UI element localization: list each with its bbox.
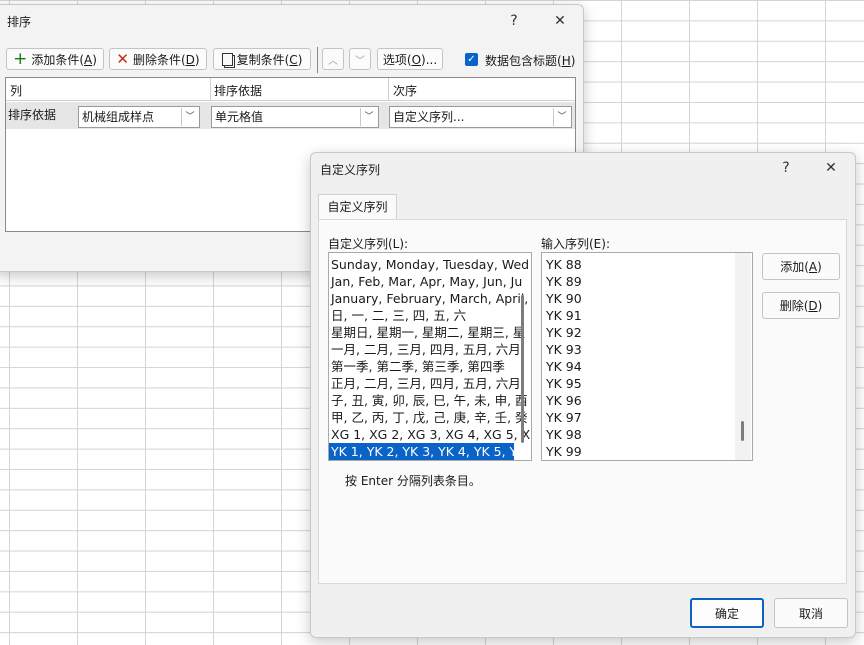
list-entry-line: YK 95 <box>546 376 582 391</box>
custom-lists-title: 自定义序列 <box>320 163 381 177</box>
custom-list-item[interactable]: Jan, Feb, Mar, Apr, May, Jun, Ju <box>329 273 522 290</box>
chevron-down-icon: ﹀ <box>181 108 198 126</box>
chevron-up-icon: ︿ <box>328 55 338 67</box>
list-entries-textbox[interactable]: YK 88 YK 89 YK 90 YK 91 YK 92 YK 93 YK 94 YK 95… <box>541 252 753 461</box>
header-checkbox[interactable]: ✓ <box>465 53 478 66</box>
delete-x-icon: ✕ <box>116 50 129 68</box>
header-column: 列 <box>10 84 23 98</box>
help-button[interactable]: ? <box>775 157 797 179</box>
custom-list-item[interactable]: 一月, 二月, 三月, 四月, 五月, 六月, <box>329 341 525 358</box>
header-divider <box>210 78 211 100</box>
chevron-down-icon: ﹀ <box>355 55 365 67</box>
delete-button[interactable]: 删除(D) <box>762 292 840 319</box>
sort-level-label: 排序依据 <box>8 108 57 122</box>
list-entry-line: YK 92 <box>546 325 582 340</box>
custom-list-item[interactable]: 正月, 二月, 三月, 四月, 五月, 六月, <box>329 375 525 392</box>
options-button[interactable]: 选项(O)... <box>377 48 443 70</box>
scrollbar-thumb[interactable] <box>741 421 744 441</box>
order-dropdown[interactable]: 自定义序列... ﹀ <box>389 106 572 128</box>
move-up-button[interactable]: ︿ <box>322 48 344 70</box>
header-order: 次序 <box>393 84 418 98</box>
custom-list-item[interactable]: YK 1, YK 2, YK 3, YK 4, YK 5, YK <box>329 443 525 460</box>
list-entry-line: YK 98 <box>546 427 582 442</box>
custom-list-item[interactable]: XG 1, XG 2, XG 3, XG 4, XG 5, X <box>329 426 530 443</box>
custom-list-item[interactable]: 星期日, 星期一, 星期二, 星期三, 星 <box>329 324 525 341</box>
cancel-button[interactable]: 取消 <box>774 598 848 628</box>
custom-lists-label: 自定义序列(L): <box>328 237 409 251</box>
custom-lists-dialog: 自定义序列 ? ✕ 自定义序列 自定义序列(L): 输入序列(E): Sunda… <box>310 152 856 638</box>
list-entry-line: YK 93 <box>546 342 582 357</box>
list-entry-line: YK 94 <box>546 359 582 374</box>
help-button[interactable]: ? <box>503 10 525 32</box>
hint-text: 按 Enter 分隔列表条目。 <box>345 474 481 488</box>
list-entry-line: YK 89 <box>546 274 582 289</box>
sort-on-dropdown[interactable]: 单元格值 ﹀ <box>211 106 379 128</box>
header-checkbox-label: 数据包含标题(H) <box>485 54 576 68</box>
custom-list-item[interactable]: January, February, March, April, <box>329 290 528 307</box>
tab-custom-lists[interactable]: 自定义序列 <box>318 194 397 220</box>
header-divider <box>388 78 389 100</box>
tab-panel: 自定义序列(L): 输入序列(E): Sunday, Monday, Tuesd… <box>318 219 847 584</box>
toolbar-separator <box>317 47 318 73</box>
list-entry-line: YK 88 <box>546 257 582 272</box>
chevron-down-icon: ﹀ <box>360 108 377 126</box>
ok-button[interactable]: 确定 <box>690 598 764 628</box>
close-button[interactable]: ✕ <box>820 157 842 179</box>
scrollbar-thumb[interactable] <box>521 295 524 443</box>
chevron-down-icon: ﹀ <box>553 108 570 126</box>
custom-list-item[interactable]: 第一季, 第二季, 第三季, 第四季 <box>329 358 514 375</box>
list-entry-line: YK 99 <box>546 444 582 459</box>
move-down-button[interactable]: ﹀ <box>349 48 371 70</box>
list-entry-line: YK 90 <box>546 291 582 306</box>
list-entry-line: YK 97 <box>546 410 582 425</box>
custom-list-item[interactable]: Sunday, Monday, Tuesday, Wed <box>329 256 529 273</box>
list-entries-label: 输入序列(E): <box>541 237 610 251</box>
add-level-button[interactable]: + 添加条件(A) <box>6 48 104 70</box>
sort-level-row[interactable]: 排序依据 机械组成样点 ﹀ 单元格值 ﹀ 自定义序列... ﹀ <box>6 102 575 129</box>
close-button[interactable]: ✕ <box>549 10 571 32</box>
custom-list-item[interactable]: 甲, 乙, 丙, 丁, 戊, 己, 庚, 辛, 壬, 癸 <box>329 409 528 426</box>
delete-level-button[interactable]: ✕ 删除条件(D) <box>109 48 207 70</box>
grid-header: 列 排序依据 次序 <box>6 78 575 101</box>
custom-list-item[interactable]: 日, 一, 二, 三, 四, 五, 六 <box>329 307 514 324</box>
copy-icon <box>221 52 233 66</box>
column-dropdown[interactable]: 机械组成样点 ﹀ <box>78 106 200 128</box>
custom-list-item[interactable]: 子, 丑, 寅, 卯, 辰, 巳, 午, 未, 申, 酉 <box>329 392 528 409</box>
copy-level-button[interactable]: 复制条件(C) <box>213 48 311 70</box>
header-sort-on: 排序依据 <box>214 84 263 98</box>
custom-lists-listbox[interactable]: Sunday, Monday, Tuesday, Wed Jan, Feb, Ma… <box>328 252 532 461</box>
add-button[interactable]: 添加(A) <box>762 253 840 280</box>
sort-dialog-title: 排序 <box>7 15 32 29</box>
list-entry-line: YK 91 <box>546 308 582 323</box>
plus-icon: + <box>13 49 28 69</box>
list-entry-line: YK 96 <box>546 393 582 408</box>
